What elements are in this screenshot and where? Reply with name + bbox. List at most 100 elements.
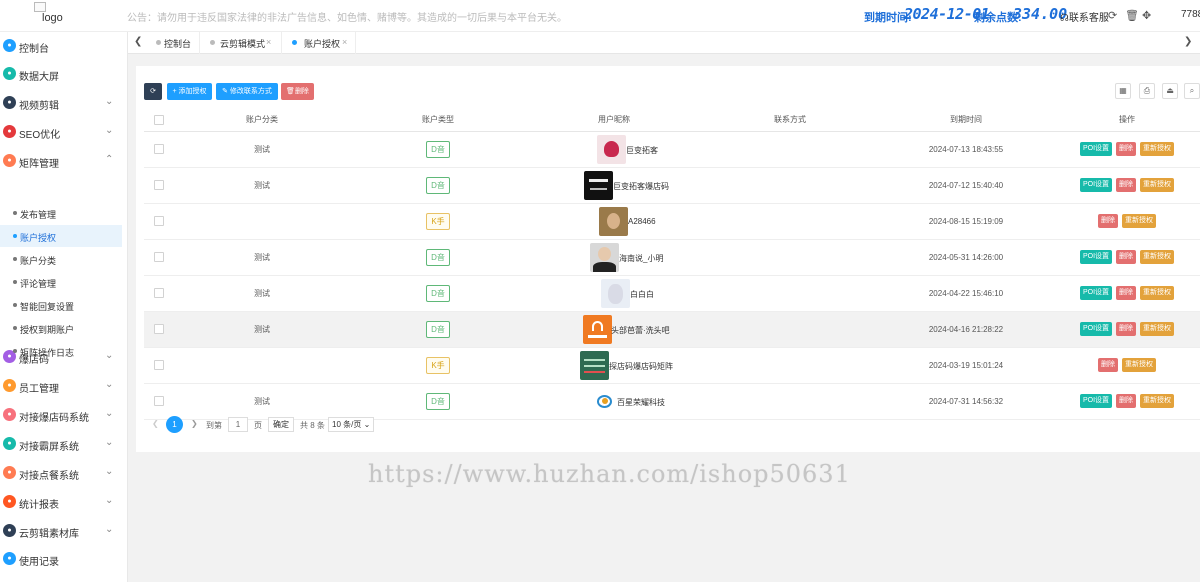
select-all-checkbox[interactable] — [154, 114, 164, 125]
column-header[interactable]: 账户分类 — [174, 109, 350, 132]
sidebar-item-10[interactable]: ● 统计报表 ⌄ — [0, 488, 128, 516]
poi-settings-button[interactable]: POI设置 — [1079, 394, 1113, 408]
sidebar-item-2[interactable]: ● 视频剪辑 ⌄ — [0, 89, 128, 117]
row-checkbox[interactable] — [154, 324, 164, 334]
row-select-cell[interactable] — [144, 347, 174, 384]
export-button[interactable]: ⏏ — [1162, 83, 1178, 99]
add-auth-button[interactable]: + 添加授权 — [167, 83, 212, 100]
row-delete-button[interactable]: 删除 — [1098, 358, 1118, 372]
sidebar-item-8[interactable]: ● 对接霸屏系统 ⌄ — [0, 430, 128, 458]
sidebar-subitem-4[interactable]: 智能回复设置 — [0, 294, 122, 316]
refresh-icon[interactable]: ⟳ — [1108, 9, 1117, 22]
row-checkbox[interactable] — [154, 396, 164, 406]
table-row[interactable]: 测试 D音 头部芭蕾·洗头吧 2024-04-16 21:28:22 POI设置 删除 重新… — [144, 311, 1200, 348]
sidebar-item-4[interactable]: ● 矩阵管理 ⌃ — [0, 147, 128, 175]
row-select-cell[interactable] — [144, 203, 174, 240]
reauthorize-button[interactable]: 重新授权 — [1122, 214, 1156, 228]
column-header[interactable]: 操作 — [1054, 109, 1200, 132]
row-delete-button[interactable]: 删除 — [1098, 214, 1118, 228]
table-row[interactable]: K手 探店码爆店码矩阵 2024-03-19 15:01:24 删除 重新授权 — [144, 347, 1200, 384]
sidebar-item-12[interactable]: ● 使用记录 — [0, 545, 128, 573]
sidebar-item-9[interactable]: ● 对接点餐系统 ⌄ — [0, 459, 128, 487]
row-checkbox[interactable] — [154, 288, 164, 298]
row-select-cell[interactable] — [144, 275, 174, 312]
row-delete-button[interactable]: 删除 — [1116, 142, 1137, 156]
fullscreen-icon[interactable]: ✥ — [1142, 9, 1151, 22]
delete-button[interactable]: 🗑删除 — [281, 83, 314, 100]
print-button[interactable]: ⎙ — [1139, 83, 1155, 99]
tab-console[interactable]: 控制台 — [146, 32, 200, 54]
row-checkbox[interactable] — [154, 180, 164, 190]
row-select-cell[interactable] — [144, 311, 174, 348]
prev-page-icon[interactable]: ❮ — [152, 419, 159, 428]
page-current[interactable]: 1 — [166, 416, 183, 433]
tab-scroll-left-icon[interactable]: ❮ — [134, 36, 142, 47]
columns-filter-button[interactable]: ▦ — [1115, 83, 1131, 99]
contact-service-link[interactable]: ☊联系客服 — [1060, 9, 1109, 24]
select-all-cell[interactable] — [144, 109, 174, 132]
refresh-button[interactable]: ⟳ — [144, 83, 162, 100]
next-page-icon[interactable]: ❯ — [191, 419, 198, 428]
row-select-cell[interactable] — [144, 239, 174, 276]
table-row[interactable]: 测试 D音 海南说_小明 2024-05-31 14:26:00 POI设置 删除 重新授权 — [144, 239, 1200, 276]
sidebar-item-6[interactable]: ● 员工管理 ⌄ — [0, 372, 128, 400]
trash-icon[interactable]: 🗑 — [1125, 9, 1139, 22]
tab-account-auth[interactable]: 账户授权 × — [282, 32, 356, 54]
sidebar-item-0[interactable]: ● 控制台 — [0, 32, 128, 60]
table-row[interactable]: 测试 D音 巨变拓客 2024-07-13 18:43:55 POI设置 删除 重新授权 — [144, 131, 1200, 168]
poi-settings-button[interactable]: POI设置 — [1079, 178, 1113, 192]
row-delete-button[interactable]: 删除 — [1116, 250, 1137, 264]
sidebar-subitem-5[interactable]: 授权到期账户 — [0, 317, 122, 339]
table-row[interactable]: K手 A28466 2024-08-15 15:19:09 删除 重新授权 — [144, 203, 1200, 240]
row-checkbox[interactable] — [154, 360, 164, 370]
poi-settings-button[interactable]: POI设置 — [1079, 142, 1113, 156]
row-checkbox[interactable] — [154, 144, 164, 154]
reauthorize-button[interactable]: 重新授权 — [1140, 178, 1175, 192]
sidebar-item-3[interactable]: ● SEO优化 ⌄ — [0, 118, 128, 146]
search-button[interactable]: ⌕ — [1184, 83, 1200, 99]
row-delete-button[interactable]: 删除 — [1116, 322, 1137, 336]
row-checkbox[interactable] — [154, 252, 164, 262]
page-size-select[interactable]: 10 条/页 ⌄ — [328, 417, 375, 432]
reauthorize-button[interactable]: 重新授权 — [1140, 250, 1175, 264]
column-header[interactable]: 联系方式 — [702, 109, 878, 132]
user-account[interactable]: 7788 — [1181, 9, 1200, 20]
tab-close-icon[interactable]: × — [342, 37, 347, 47]
reauthorize-button[interactable]: 重新授权 — [1140, 286, 1175, 300]
row-select-cell[interactable] — [144, 131, 174, 168]
row-delete-button[interactable]: 删除 — [1116, 394, 1137, 408]
table-row[interactable]: 测试 D音 巨变拓客爆店码 2024-07-12 15:40:40 POI设置 删除 重新授… — [144, 167, 1200, 204]
row-select-cell[interactable] — [144, 383, 174, 420]
poi-settings-button[interactable]: POI设置 — [1079, 286, 1113, 300]
table-row[interactable]: 测试 D音 白白白 2024-04-22 15:46:10 POI设置 删除 重新授权 — [144, 275, 1200, 312]
edit-contact-button[interactable]: ✎ 修改联系方式 — [216, 83, 278, 100]
reauthorize-button[interactable]: 重新授权 — [1140, 142, 1175, 156]
column-header[interactable]: 用户昵称 — [526, 109, 702, 132]
table-row[interactable]: 测试 D音 百星荣耀科技 2024-07-31 14:56:32 POI设置 删除 重新授权 — [144, 383, 1200, 420]
row-checkbox[interactable] — [154, 216, 164, 226]
sidebar-subitem-1[interactable]: 账户授权 — [0, 225, 122, 247]
row-select-cell[interactable] — [144, 167, 174, 204]
sidebar-subitem-2[interactable]: 账户分类 — [0, 248, 122, 270]
goto-confirm-button[interactable]: 确定 — [268, 417, 294, 432]
tab-scroll-right-icon[interactable]: ❯ — [1184, 36, 1192, 47]
reauthorize-button[interactable]: 重新授权 — [1140, 322, 1175, 336]
row-delete-button[interactable]: 删除 — [1116, 286, 1137, 300]
sidebar-item-11[interactable]: ● 云剪辑素材库 ⌄ — [0, 517, 128, 545]
reauthorize-button[interactable]: 重新授权 — [1140, 394, 1175, 408]
column-header[interactable]: 账户类型 — [350, 109, 526, 132]
sidebar-item-1[interactable]: ● 数据大屏 — [0, 60, 128, 88]
row-delete-button[interactable]: 删除 — [1116, 178, 1137, 192]
tab-close-icon[interactable]: × — [266, 37, 271, 47]
poi-settings-button[interactable]: POI设置 — [1079, 250, 1113, 264]
sidebar-subitem-6[interactable]: 矩阵操作日志 — [0, 340, 122, 362]
sidebar-subitem-0[interactable]: 发布管理 — [0, 202, 122, 224]
sidebar-subitem-3[interactable]: 评论管理 — [0, 271, 122, 293]
poi-settings-button[interactable]: POI设置 — [1079, 322, 1113, 336]
column-header[interactable]: 到期时间 — [878, 109, 1054, 132]
tab-cloud-edit[interactable]: 云剪辑模式 × — [200, 32, 282, 54]
page-number-input[interactable]: 1 — [228, 417, 248, 432]
sidebar-item-7[interactable]: ● 对接爆店码系统 ⌄ — [0, 401, 128, 429]
reauthorize-button[interactable]: 重新授权 — [1122, 358, 1156, 372]
logo[interactable]: logo — [34, 2, 70, 28]
